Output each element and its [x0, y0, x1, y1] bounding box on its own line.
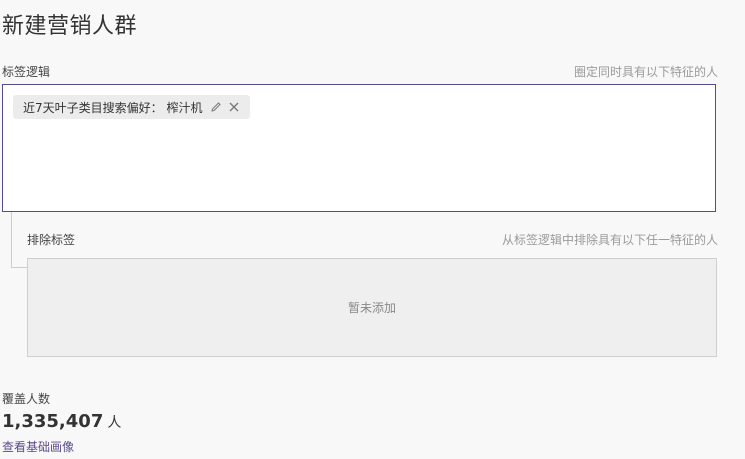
tag-chip-label: 近7天叶子类目搜索偏好： 榨汁机 [23, 100, 203, 115]
tag-chip[interactable]: 近7天叶子类目搜索偏好： 榨汁机 [13, 95, 251, 119]
exclude-label: 排除标签 [27, 233, 76, 247]
page-title: 新建营销人群 [2, 14, 138, 39]
tag-logic-box[interactable]: 近7天叶子类目搜索偏好： 榨汁机 [2, 84, 716, 212]
tag-logic-hint: 圈定同时具有以下特征的人 [573, 65, 718, 79]
exclude-box[interactable]: 暂未添加 [27, 258, 717, 357]
close-icon[interactable] [228, 101, 240, 113]
tag-logic-label: 标签逻辑 [2, 65, 51, 79]
exclude-empty-text: 暂未添加 [347, 301, 396, 315]
view-profile-link[interactable]: 查看基础画像 [2, 438, 74, 455]
coverage-label: 覆盖人数 [2, 392, 51, 406]
coverage-count: 1,335,407 [2, 411, 104, 432]
exclude-connector [11, 212, 28, 268]
coverage-unit: 人 [107, 415, 122, 431]
pencil-icon[interactable] [210, 101, 222, 113]
coverage-value: 1,335,407 人 [2, 411, 121, 432]
exclude-hint: 从标签逻辑中排除具有以下任一特征的人 [501, 233, 718, 247]
